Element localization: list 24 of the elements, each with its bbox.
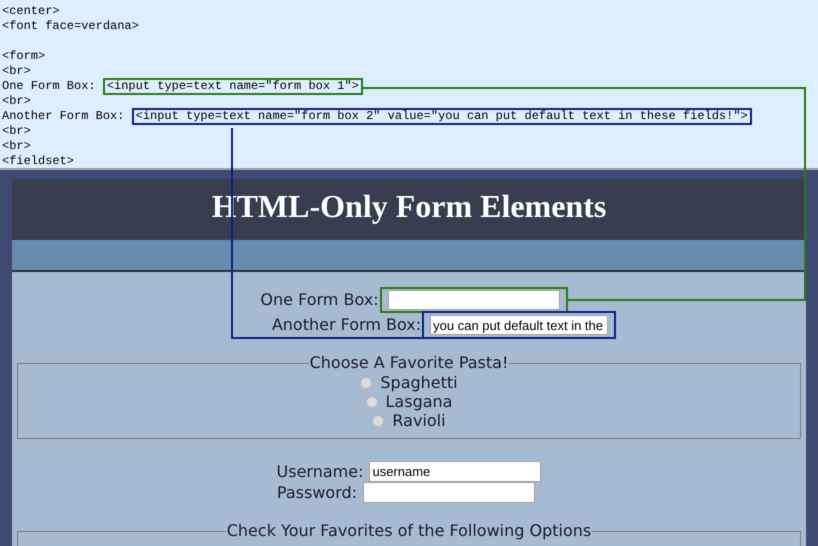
input-field[interactable]: username xyxy=(369,461,542,482)
code-callout: <input type=text name="form box 2" value="you can put default text in these fields!"> xyxy=(132,108,752,125)
code-line: One Form Box: xyxy=(2,79,97,94)
code-line: <font face=verdana> xyxy=(2,19,139,34)
field-label: Another Form Box: xyxy=(272,314,422,336)
code-callout: <input type=text name="form box 1"> xyxy=(102,78,363,95)
code-line: <center> xyxy=(2,4,60,19)
radio-label: Lasgana xyxy=(386,392,452,411)
code-line: <br> xyxy=(2,94,31,109)
fieldset-legend: Choose A Favorite Pasta! xyxy=(308,353,510,373)
field-label: Password: xyxy=(276,482,358,504)
radio-label: Spaghetti xyxy=(380,373,458,392)
input-field[interactable]: you can put default text in the xyxy=(430,315,608,335)
code-line: <br> xyxy=(2,64,31,79)
field-label: Username: xyxy=(276,460,364,482)
radio-label: Ravioli xyxy=(392,411,446,430)
code-line: <form> xyxy=(2,49,46,64)
page-title: HTML-Only Form Elements xyxy=(212,187,606,226)
code-line: Another Form Box: xyxy=(2,109,126,124)
fieldset-legend: Check Your Favorites of the Following Options xyxy=(226,521,592,541)
code-line: <fieldset> xyxy=(2,154,74,168)
field-label: One Form Box: xyxy=(260,289,379,311)
code-line: <br> xyxy=(2,124,31,139)
code-line: <br> xyxy=(2,139,31,154)
